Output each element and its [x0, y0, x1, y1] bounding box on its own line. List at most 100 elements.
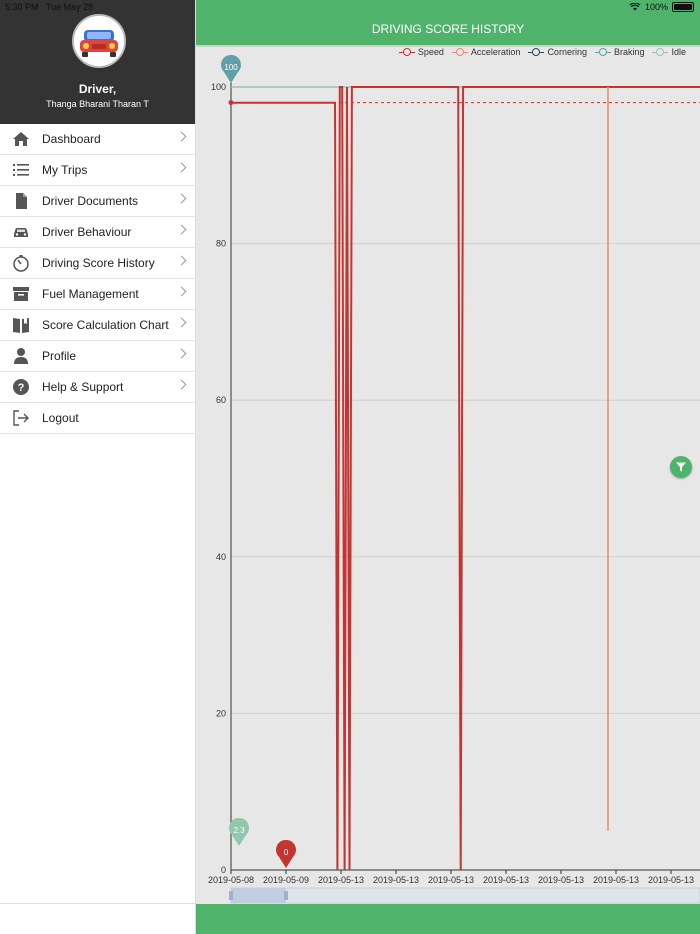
- sidebar-item-label: Help & Support: [42, 380, 124, 394]
- legend-label: Braking: [613, 47, 645, 57]
- chevron-right-icon: [176, 131, 187, 142]
- y-tick-label: 60: [216, 395, 226, 405]
- sidebar-item-label: Score Calculation Chart: [42, 318, 169, 332]
- sidebar-item-driving-score-history[interactable]: Driving Score History: [0, 248, 195, 279]
- sidebar-item-profile[interactable]: Profile: [0, 341, 195, 372]
- legend-label: Idle: [671, 47, 686, 57]
- sidebar-item-label: Driving Score History: [42, 256, 155, 270]
- legend-item-braking[interactable]: Braking: [594, 47, 645, 57]
- car-avatar-icon: [74, 16, 124, 66]
- chevron-right-icon: [176, 348, 187, 359]
- sidebar-item-dashboard[interactable]: Dashboard: [0, 124, 195, 155]
- chevron-right-icon: [176, 317, 187, 328]
- battery-indicator: 100%: [629, 2, 694, 12]
- document-icon: [11, 191, 31, 211]
- marker-pin[interactable]: 0: [276, 839, 296, 868]
- sidebar-item-label: Driver Documents: [42, 194, 139, 208]
- sidebar-item-help-support[interactable]: ? Help & Support: [0, 372, 195, 403]
- legend-marker-icon: [451, 47, 468, 57]
- main-panel: DRIVING SCORE HISTORY 0 20 40 60 80 100 2019-0…: [196, 0, 700, 934]
- sidebar: Driver, Thanga Bharani Tharan T Dashboar…: [0, 0, 196, 934]
- status-bar: 5:30 PM Tue May 28 100%: [0, 0, 700, 14]
- legend-item-acceleration[interactable]: Acceleration: [451, 47, 521, 57]
- sidebar-item-label: Dashboard: [42, 132, 101, 146]
- sidebar-menu: Dashboard My Trips Driver Documents Driv…: [0, 124, 195, 434]
- driver-name: Thanga Bharani Tharan T: [46, 99, 149, 109]
- timer-icon: [11, 253, 31, 273]
- chart-legend: Speed Acceleration Cornering Braking Idl…: [398, 47, 686, 57]
- divider: [0, 903, 195, 904]
- battery-icon: [672, 2, 694, 12]
- chevron-right-icon: [176, 193, 187, 204]
- legend-marker-icon: [528, 47, 545, 57]
- legend-marker-icon: [594, 47, 611, 57]
- data-point: [228, 100, 234, 106]
- x-tick-label: 2019-05-13: [318, 875, 364, 885]
- chevron-right-icon: [176, 255, 187, 266]
- book-icon: [11, 315, 31, 335]
- car-icon: [11, 222, 31, 242]
- sidebar-item-label: My Trips: [42, 163, 88, 177]
- x-tick-label: 2019-05-09: [263, 875, 309, 885]
- chevron-right-icon: [176, 162, 187, 173]
- sidebar-item-driver-documents[interactable]: Driver Documents: [0, 186, 195, 217]
- battery-percent: 100%: [644, 2, 668, 12]
- zoom-slider-window: [231, 888, 286, 903]
- sidebar-item-my-trips[interactable]: My Trips: [0, 155, 195, 186]
- x-tick-label: 2019-05-13: [648, 875, 694, 885]
- home-icon: [11, 129, 31, 149]
- legend-item-speed[interactable]: Speed: [398, 47, 444, 57]
- marker-label: 2.3: [233, 826, 245, 835]
- legend-label: Cornering: [547, 47, 587, 57]
- archive-icon: [11, 284, 31, 304]
- person-icon: [11, 346, 31, 366]
- wifi-icon: [629, 3, 641, 11]
- sidebar-item-score-calculation-chart[interactable]: Score Calculation Chart: [0, 310, 195, 341]
- logout-icon: [11, 408, 31, 428]
- legend-item-idle[interactable]: Idle: [652, 47, 686, 57]
- marker-pin[interactable]: 2.3: [229, 817, 249, 846]
- driving-score-chart[interactable]: 0 20 40 60 80 100 2019-05-08 2019-05-09 2019-05-…: [196, 0, 700, 904]
- help-icon: ?: [11, 377, 31, 397]
- legend-item-cornering[interactable]: Cornering: [528, 47, 587, 57]
- status-date: Tue May 28: [46, 2, 94, 12]
- y-tick-label: 0: [221, 865, 226, 875]
- legend-label: Acceleration: [470, 47, 521, 57]
- zoom-slider-track: [230, 887, 700, 904]
- marker-label: 0: [284, 848, 289, 857]
- driver-label: Driver,: [78, 82, 117, 96]
- x-tick-label: 2019-05-13: [373, 875, 419, 885]
- zoom-slider-handle: [229, 891, 233, 900]
- status-time: 5:30 PM: [5, 2, 39, 12]
- chevron-right-icon: [176, 379, 187, 390]
- x-tick-label: 2019-05-13: [593, 875, 639, 885]
- y-tick-label: 20: [216, 708, 226, 718]
- sidebar-item-logout[interactable]: Logout: [0, 403, 195, 434]
- marker-label: 100: [224, 63, 238, 72]
- x-tick-label: 2019-05-13: [483, 875, 529, 885]
- y-tick-label: 80: [216, 239, 226, 249]
- x-tick-label: 2019-05-13: [428, 875, 474, 885]
- avatar: [72, 14, 126, 68]
- chevron-right-icon: [176, 224, 187, 235]
- sidebar-item-fuel-management[interactable]: Fuel Management: [0, 279, 195, 310]
- legend-marker-icon: [398, 47, 415, 57]
- series-line-speed: [231, 86, 700, 871]
- sidebar-header: Driver, Thanga Bharani Tharan T: [0, 0, 195, 124]
- x-tick-label: 2019-05-08: [208, 875, 254, 885]
- sidebar-item-driver-behaviour[interactable]: Driver Behaviour: [0, 217, 195, 248]
- zoom-slider-handle: [284, 891, 288, 900]
- legend-marker-icon: [652, 47, 669, 57]
- filter-button[interactable]: [670, 456, 692, 478]
- chevron-right-icon: [176, 286, 187, 297]
- svg-text:?: ?: [18, 382, 25, 394]
- sidebar-item-label: Profile: [42, 349, 77, 363]
- y-tick-label: 40: [216, 552, 226, 562]
- sidebar-item-label: Driver Behaviour: [42, 225, 132, 239]
- marker-pin[interactable]: 100: [221, 54, 241, 83]
- x-tick-label: 2019-05-13: [538, 875, 584, 885]
- sidebar-item-label: Logout: [42, 411, 79, 425]
- filter-icon: [676, 462, 686, 472]
- footer-bar: [196, 904, 700, 934]
- legend-label: Speed: [417, 47, 444, 57]
